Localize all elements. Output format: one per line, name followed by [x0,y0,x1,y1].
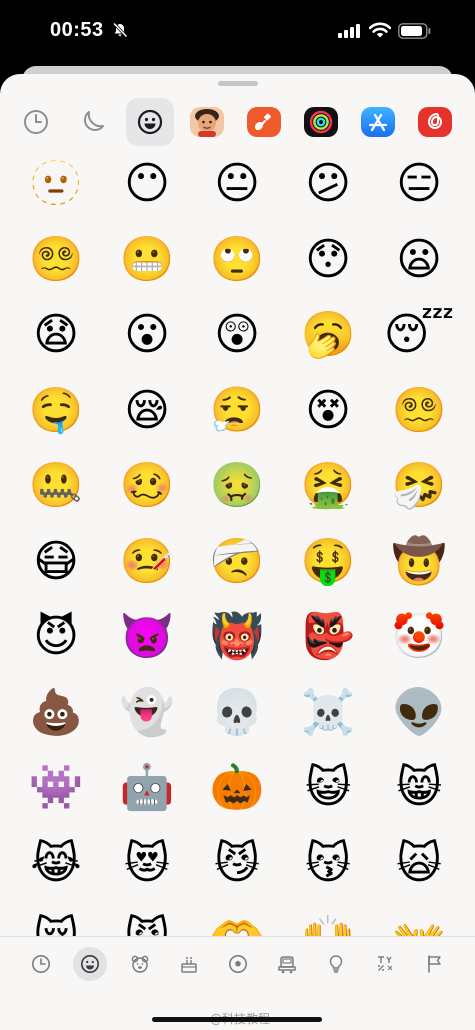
recent-icon[interactable] [12,98,60,146]
emoji-key[interactable]: 😴 [384,305,455,365]
emoji-key[interactable]: 👿 [117,607,177,667]
emoji-sheet: 🫥 😶 😐 😕 😑 😵‍💫 😬 🙄 😯 😦 😧 😮 😲 🥱 😴 🤤 😪 😮‍💨 😵 😵‍💫 🤐 🥴 🤢 🤮 🤧 😷 🤒 🤕 🤑 🤠 😈 👿 👹 👺… [0,74,475,1030]
emoji-key[interactable]: 🫥 [26,154,86,214]
emoji-key[interactable]: 😺 [298,758,358,818]
emoji-key[interactable]: 🤢 [207,456,267,516]
emoji-key[interactable]: 🤐 [26,456,86,516]
emoji-key[interactable]: 🤤 [26,381,86,441]
netease-music-app-icon[interactable] [411,98,459,146]
objects-icon[interactable] [319,947,353,981]
emoji-key[interactable]: 🙀 [389,834,449,894]
emoji-key[interactable]: 😹 [26,834,86,894]
emoji-key[interactable]: 😵 [298,381,358,441]
emoji-key[interactable]: 💀 [207,683,267,743]
emoji-key[interactable]: 🙄 [207,230,267,290]
emoji-key[interactable]: 😦 [389,230,449,290]
emoji-key[interactable]: 😿 [26,909,86,937]
emoji-key[interactable]: 🤑 [298,532,358,592]
sticker-category-row [0,92,475,154]
emoji-key[interactable]: 👹 [207,607,267,667]
emoji-key[interactable]: 😮 [117,305,177,365]
memoji-sticker-icon[interactable] [183,98,231,146]
emoji-key[interactable]: 🙌 [298,909,358,937]
emoji-key[interactable]: 😕 [298,154,358,214]
emoji-key[interactable]: 😵‍💫 [389,381,449,441]
emoji-key[interactable]: 😬 [117,230,177,290]
emoji-key[interactable]: 😸 [389,758,449,818]
battery-icon [398,23,431,39]
emoji-key[interactable]: 😯 [298,230,358,290]
emoji-key[interactable]: 🤖 [117,758,177,818]
smiley-icon[interactable] [126,98,174,146]
smileys-people-icon[interactable] [73,947,107,981]
app-store-icon[interactable] [354,98,402,146]
symbols-icon[interactable] [368,947,402,981]
bell-off-icon [112,22,128,38]
emoji-key[interactable]: 💩 [26,683,86,743]
emoji-key[interactable]: 👻 [117,683,177,743]
emoji-key[interactable]: ☠️ [298,683,358,743]
signal-icon [338,24,360,38]
activity-icon[interactable] [221,947,255,981]
home-indicator[interactable] [152,1017,322,1022]
emoji-key[interactable]: 😽 [298,834,358,894]
emoji-key[interactable]: 🤮 [298,456,358,516]
emoji-key[interactable]: 😮‍💨 [207,381,267,441]
food-drink-icon[interactable] [172,947,206,981]
emoji-grid: 🫥 😶 😐 😕 😑 😵‍💫 😬 🙄 😯 😦 😧 😮 😲 🥱 😴 🤤 😪 😮‍💨 😵 😵‍💫 🤐 🥴 🤢 🤮 🤧 😷 🤒 🤕 🤑 🤠 😈 👿 👹 👺… [0,154,475,937]
emoji-key[interactable]: 🎃 [207,758,267,818]
emoji-key[interactable]: 🤧 [389,456,449,516]
status-bar: 00:53 [0,0,475,64]
emoji-key[interactable]: 😑 [389,154,449,214]
emoji-key[interactable]: 🤡 [389,607,449,667]
emoji-key[interactable]: 😧 [26,305,86,365]
emoji-key[interactable]: 🥴 [117,456,177,516]
emoji-key[interactable]: 🫶 [207,909,267,937]
emoji-key[interactable]: 🤒 [117,532,177,592]
animals-nature-icon[interactable] [123,947,157,981]
sheet-grabber[interactable] [218,81,258,86]
emoji-key[interactable]: 🤕 [207,532,267,592]
travel-places-icon[interactable] [270,947,304,981]
emoji-category-bar: @科技教程 [0,936,475,1030]
emoji-key[interactable]: 😾 [117,909,177,937]
wifi-icon [369,22,391,38]
emoji-key[interactable]: 👐 [389,909,449,937]
emoji-key[interactable]: 😪 [117,381,177,441]
flags-icon[interactable] [417,947,451,981]
emoji-key[interactable]: 🥱 [298,305,358,365]
emoji-key[interactable]: 😻 [117,834,177,894]
status-time: 00:53 [50,19,104,41]
emoji-key[interactable]: 🤠 [389,532,449,592]
fitness-app-icon[interactable] [297,98,345,146]
emoji-key[interactable]: 😵‍💫 [26,230,86,290]
moon-icon[interactable] [69,98,117,146]
emoji-key[interactable]: 😈 [26,607,86,667]
emoji-key[interactable]: 👾 [26,758,86,818]
emoji-key[interactable]: 😷 [26,532,86,592]
emoji-key[interactable]: 👺 [298,607,358,667]
garageband-app-icon[interactable] [240,98,288,146]
emoji-key[interactable]: 😶 [117,154,177,214]
emoji-key[interactable]: 😐 [207,154,267,214]
recent-icon[interactable] [24,947,58,981]
emoji-key[interactable]: 😼 [207,834,267,894]
emoji-key[interactable]: 👽 [389,683,449,743]
emoji-key[interactable]: 😲 [207,305,267,365]
